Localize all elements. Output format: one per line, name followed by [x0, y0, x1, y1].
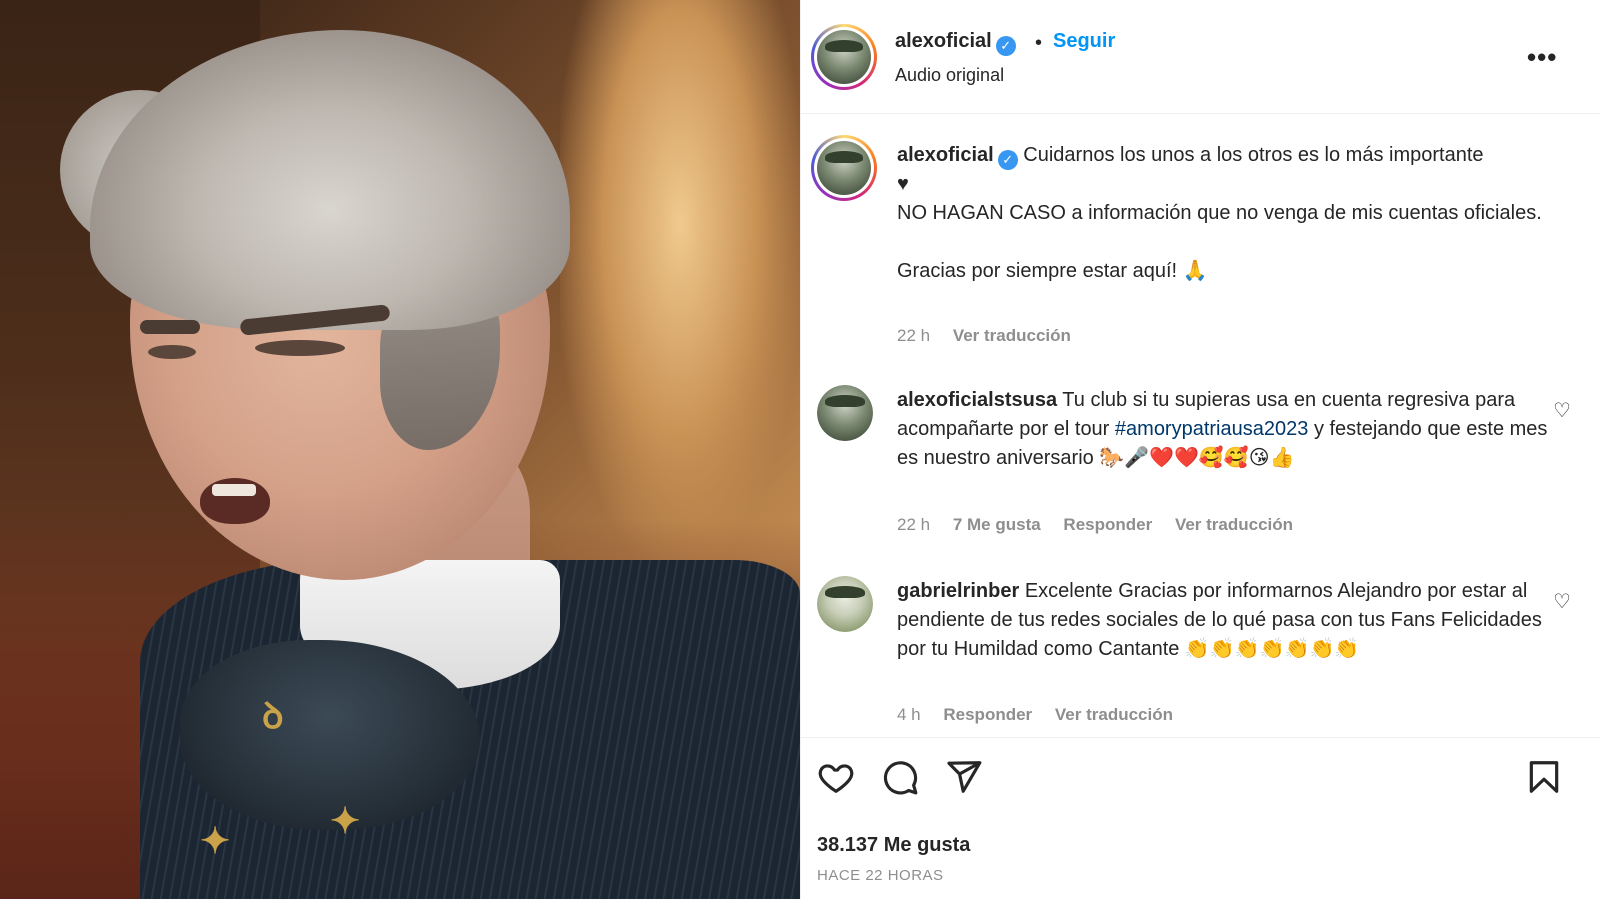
comment-text: alexoficialstsusa Tu club si tu supieras… [897, 386, 1557, 473]
likes-count[interactable]: 38.137 Me gusta [817, 834, 970, 857]
comment-time[interactable]: 22 h [897, 515, 930, 534]
comment-avatar[interactable] [817, 385, 873, 441]
gold-embroidery: ✦ [330, 800, 361, 842]
comment-avatar[interactable] [817, 576, 873, 632]
heart-small-icon[interactable]: ♡ [1553, 398, 1571, 423]
comment-meta: 22 h 7 Me gusta Responder Ver traducción [897, 515, 1311, 535]
caption-text: alexoficial ✓ Cuidarnos los unos a los ot… [897, 141, 1557, 286]
verified-icon: ✓ [995, 36, 1016, 56]
caption-meta: 22 h Ver traducción [897, 326, 1089, 346]
action-bar: 38.137 Me gusta HACE 22 HORAS [801, 737, 1600, 899]
caption-line-3: NO HAGAN CASO a información que no venga… [897, 202, 1542, 224]
post-header: alexoficial ✓ • Seguir Audio original ••• [801, 0, 1600, 114]
comment-username[interactable]: gabrielrinber [897, 580, 1019, 602]
comment-meta: 4 h Responder Ver traducción [897, 705, 1191, 725]
post-panel: alexoficial ✓ • Seguir Audio original •••… [800, 0, 1600, 899]
post-time[interactable]: HACE 22 HORAS [817, 867, 944, 884]
separator-dot: • [1035, 32, 1043, 54]
hashtag-link[interactable]: #amorypatriausa2023 [1115, 418, 1308, 440]
comment-time[interactable]: 4 h [897, 705, 921, 724]
gold-embroidery: ꝺ [262, 695, 284, 737]
avatar-photo [817, 576, 873, 632]
verified-icon: ✓ [997, 150, 1018, 170]
caption-avatar[interactable] [811, 135, 877, 201]
eye [255, 340, 345, 356]
share-icon[interactable] [945, 758, 983, 796]
gold-embroidery: ✦ [200, 820, 231, 862]
comment-username[interactable]: alexoficialstsusa [897, 389, 1057, 411]
caption-heart: ♥ [897, 173, 909, 195]
audio-original-link[interactable]: Audio original [895, 65, 1004, 86]
translate-link[interactable]: Ver traducción [1055, 705, 1173, 724]
teeth [212, 484, 256, 496]
profile-avatar[interactable] [811, 24, 877, 90]
heart-small-icon[interactable]: ♡ [1553, 589, 1571, 614]
avatar-photo [817, 30, 871, 84]
comment-text: gabrielrinber Excelente Gracias por info… [897, 577, 1557, 664]
reply-button[interactable]: Responder [1063, 515, 1152, 534]
caption-line-4: Gracias por siempre estar aquí! 🙏 [897, 260, 1208, 282]
comment-likes[interactable]: 7 Me gusta [953, 515, 1041, 534]
eyebrow [140, 320, 200, 334]
header-username[interactable]: alexoficial ✓ [895, 30, 1016, 56]
caption-time[interactable]: 22 h [897, 326, 930, 345]
background-light [560, 0, 800, 560]
translate-link[interactable]: Ver traducción [1175, 515, 1293, 534]
comment-icon[interactable] [881, 758, 919, 796]
avatar-photo [817, 141, 871, 195]
save-icon[interactable] [1525, 758, 1563, 796]
post-image[interactable]: ꝺ ✦ ✦ [0, 0, 800, 899]
caption-username[interactable]: alexoficial [897, 144, 994, 166]
comments-section[interactable]: alexoficial ✓ Cuidarnos los unos a los ot… [801, 115, 1600, 737]
caption-line-1: Cuidarnos los unos a los otros es lo más… [1023, 144, 1484, 166]
reply-button[interactable]: Responder [943, 705, 1032, 724]
like-icon[interactable] [817, 758, 855, 796]
caption-translate-link[interactable]: Ver traducción [953, 326, 1071, 345]
more-icon[interactable]: ••• [1527, 42, 1557, 73]
follow-button[interactable]: Seguir [1053, 30, 1115, 53]
eye [148, 345, 196, 359]
avatar-photo [817, 385, 873, 441]
